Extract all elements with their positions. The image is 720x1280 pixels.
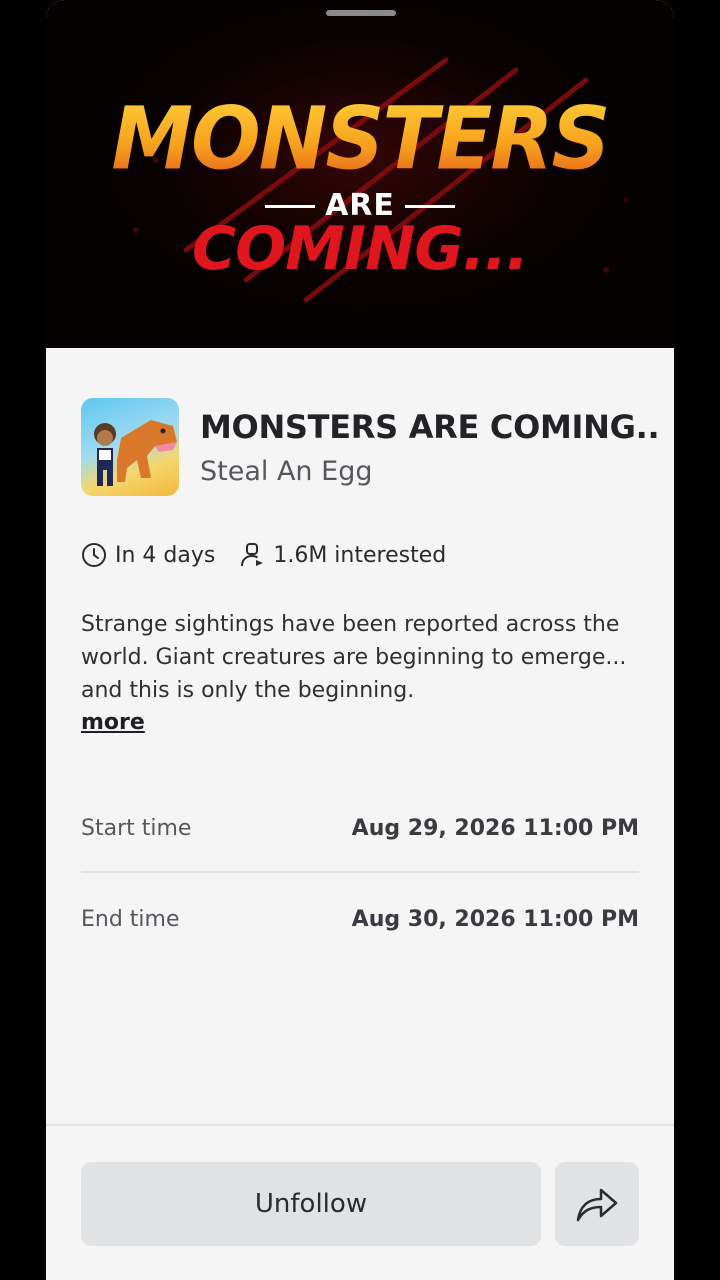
share-button[interactable] [555,1162,639,1246]
banner-title-monsters: MONSTERS [46,90,674,190]
share-arrow-icon [576,1188,618,1222]
event-description: Strange sightings have been reported acr… [81,612,627,703]
clock-icon [82,543,106,567]
start-time-row: Start time Aug 29, 2026 11:00 PM [81,798,639,858]
banner-title-coming: COMING... [192,214,529,284]
end-time-label: End time [81,906,180,932]
end-time-row: End time Aug 30, 2026 11:00 PM [81,889,639,949]
unfollow-button[interactable]: Unfollow [81,1162,541,1246]
start-time-value: Aug 29, 2026 11:00 PM [351,815,639,841]
person-interested-icon [241,543,264,567]
end-time-value: Aug 30, 2026 11:00 PM [351,906,639,932]
event-meta: In 4 days 1.6M interested [81,540,446,570]
event-title: MONSTERS ARE COMING... [200,408,660,446]
interested-count: 1.6M interested [273,542,447,568]
game-name[interactable]: Steal An Egg [200,456,372,487]
unfollow-label: Unfollow [254,1189,368,1219]
event-details-sheet: MONSTERS ARE COMING... MONSTERS ARE COMI… [46,0,674,1280]
game-thumbnail[interactable] [81,398,179,496]
schedule-divider [81,871,639,873]
drag-handle[interactable] [326,10,396,16]
game-thumbnail-art [94,420,177,486]
start-time-label: Start time [81,815,192,841]
footer-divider [46,1124,674,1126]
event-time-until: In 4 days [115,542,216,568]
event-banner: MONSTERS ARE COMING... [46,0,674,348]
more-link[interactable]: more [81,710,145,735]
